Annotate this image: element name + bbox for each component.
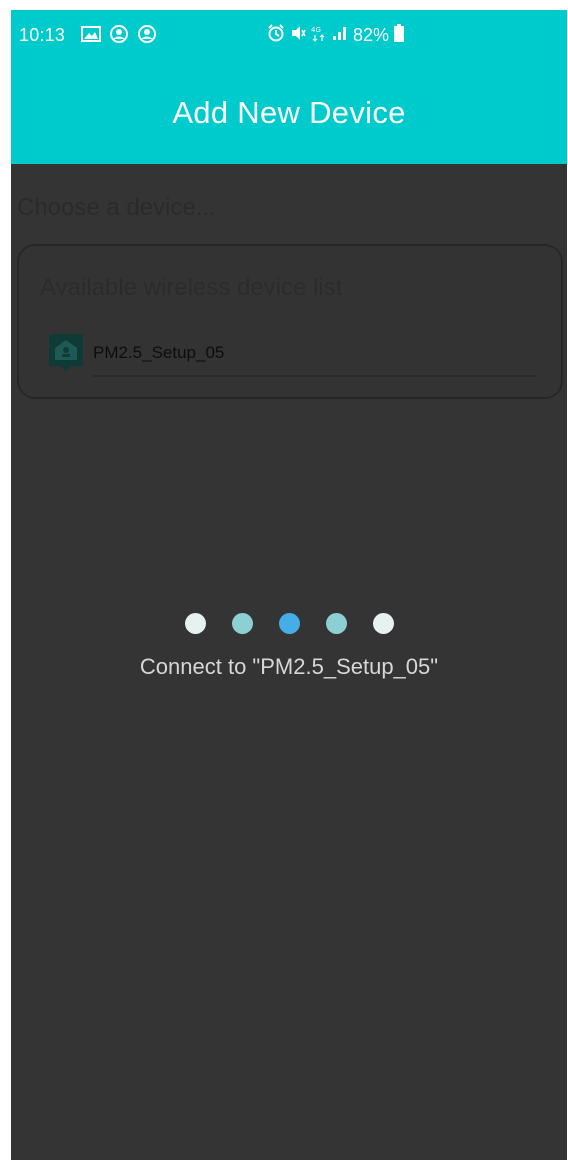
choose-device-label: Choose a device... bbox=[17, 194, 216, 221]
account-sync-icon bbox=[109, 24, 129, 44]
alarm-icon bbox=[267, 24, 285, 47]
loading-dot bbox=[184, 613, 206, 634]
loading-indicator bbox=[11, 613, 567, 637]
battery-icon bbox=[394, 24, 405, 47]
status-left-icons bbox=[81, 24, 157, 44]
page-title: Add New Device bbox=[172, 95, 406, 130]
account-sync-icon bbox=[137, 24, 157, 44]
lte-icon: 4G bbox=[311, 24, 327, 47]
battery-text: 82% bbox=[353, 25, 390, 45]
loading-dot bbox=[231, 613, 253, 634]
phone-screen: 10:13 4G 82% Add New Device Choose a dev… bbox=[11, 10, 567, 1160]
device-list-card: Available wireless device list PM2.5_Set… bbox=[17, 244, 563, 399]
svg-text:4G: 4G bbox=[311, 26, 321, 34]
device-name: PM2.5_Setup_05 bbox=[93, 343, 225, 362]
gallery-icon bbox=[81, 26, 101, 42]
device-list-item[interactable]: PM2.5_Setup_05 bbox=[45, 332, 540, 382]
device-list-title: Available wireless device list bbox=[40, 274, 343, 301]
device-icon bbox=[45, 332, 87, 374]
connect-message: Connect to "PM2.5_Setup_05" bbox=[139, 654, 439, 679]
mute-icon bbox=[290, 24, 306, 47]
status-time: 10:13 bbox=[19, 25, 66, 45]
status-right: 4G 82% bbox=[267, 24, 405, 47]
loading-dot bbox=[372, 613, 394, 634]
divider bbox=[93, 375, 536, 377]
loading-dot bbox=[325, 613, 347, 634]
status-bar: 10:13 4G 82% bbox=[11, 10, 567, 68]
app-bar: Add New Device bbox=[11, 68, 567, 164]
loading-dot bbox=[278, 613, 300, 634]
signal-icon bbox=[332, 25, 348, 46]
